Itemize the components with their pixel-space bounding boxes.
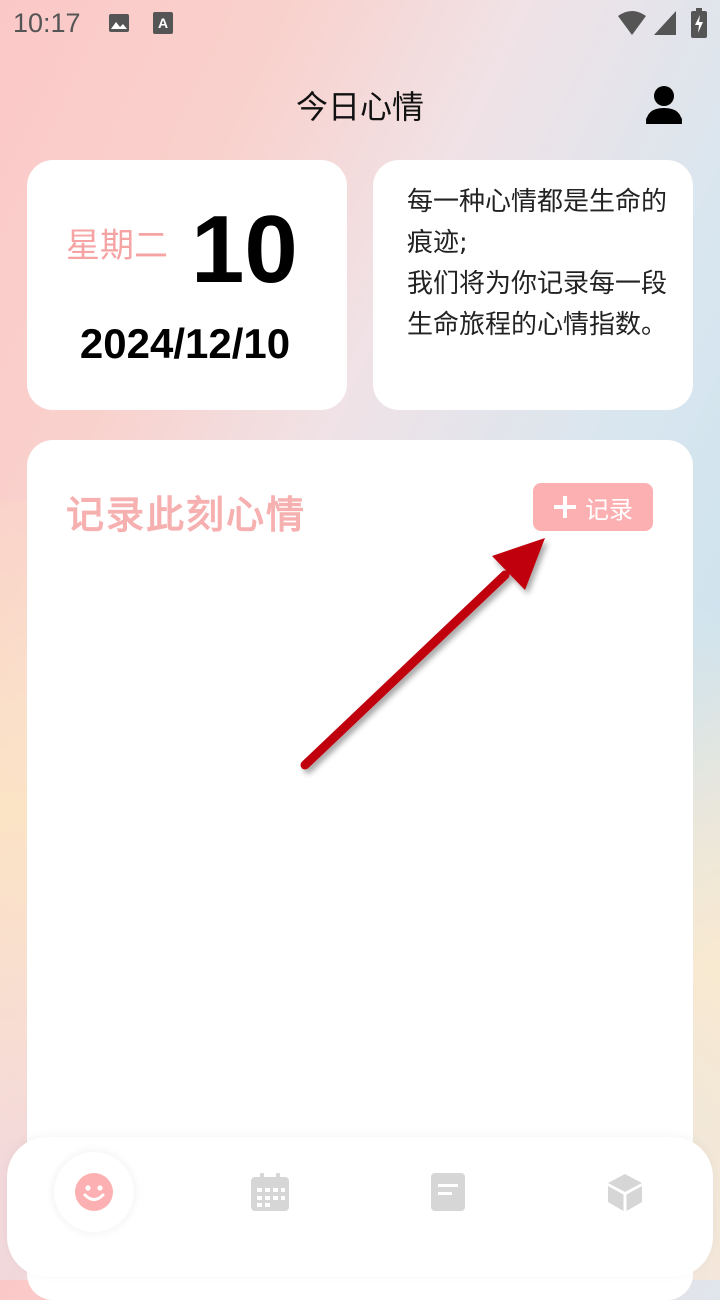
record-mood-title: 记录此刻心情 — [66, 493, 307, 537]
add-record-label: 记录 — [585, 495, 633, 524]
calendar-icon — [251, 1173, 289, 1211]
quote-card: 每一种心情都是生命的痕迹; 我们将为你记录每一段生命旅程的心情指数。 — [373, 160, 693, 410]
smiley-icon — [75, 1173, 113, 1211]
nav-item-discover[interactable] — [585, 1152, 665, 1232]
weekday-label: 星期二 — [66, 226, 168, 266]
date-card: 星期二 10 2024/12/10 — [27, 160, 347, 410]
text-a-icon: A — [153, 12, 173, 34]
day-number: 10 — [191, 196, 298, 303]
quote-text: 每一种心情都是生命的痕迹; 我们将为你记录每一段生命旅程的心情指数。 — [407, 187, 668, 340]
wifi-icon — [618, 11, 646, 35]
nav-item-notes[interactable] — [408, 1152, 488, 1232]
battery-charging-icon — [691, 8, 707, 38]
user-profile-button[interactable] — [640, 80, 688, 128]
page-title: 今日心情 — [295, 88, 424, 126]
full-date: 2024/12/10 — [79, 320, 291, 367]
note-icon — [431, 1173, 465, 1211]
plus-icon — [554, 496, 576, 518]
bottom-nav — [7, 1137, 713, 1277]
signal-icon — [654, 11, 676, 35]
nav-item-mood[interactable] — [54, 1152, 134, 1232]
image-icon — [109, 14, 129, 32]
status-bar: 10:17 A — [0, 0, 720, 50]
cube-icon — [608, 1174, 642, 1211]
nav-item-calendar[interactable] — [230, 1152, 310, 1232]
add-record-button[interactable]: 记录 — [533, 483, 653, 531]
status-time: 10:17 — [13, 8, 81, 38]
user-icon — [646, 86, 682, 124]
svg-text:A: A — [158, 15, 168, 31]
